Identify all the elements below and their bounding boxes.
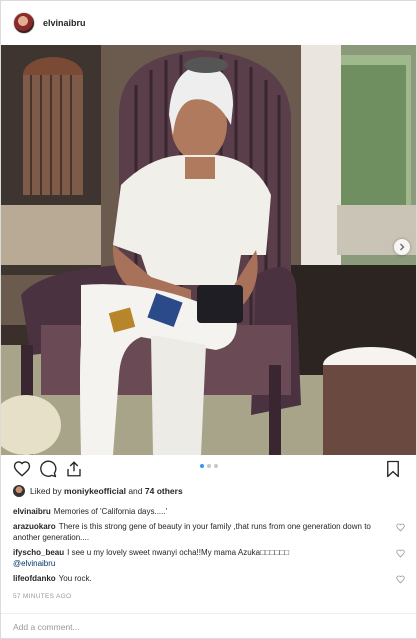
post-actions — [1, 456, 416, 482]
liker-username[interactable]: moniykeofficial — [64, 486, 126, 496]
comment-text: There is this strong gene of beauty in y… — [13, 522, 371, 542]
comment-item: arazuokaro There is this strong gene of b… — [13, 521, 405, 543]
comment-text: You rock. — [58, 574, 92, 583]
likes-others[interactable]: 74 others — [145, 486, 183, 496]
add-comment-bar — [1, 613, 416, 639]
comment-mention[interactable]: @elvinaibru — [13, 559, 55, 568]
comment-like-button[interactable] — [396, 575, 405, 584]
comment-button[interactable] — [39, 460, 57, 478]
comment-username[interactable]: lifeofdanko — [13, 574, 56, 583]
add-comment-input[interactable] — [13, 621, 373, 632]
comment-bubble-icon — [40, 460, 57, 478]
carousel-next-button[interactable] — [394, 239, 410, 255]
heart-icon — [13, 461, 31, 477]
instagram-post: elvinaibru Liked by moniykeofficial and … — [0, 0, 417, 639]
likes-prefix: Liked by — [30, 486, 62, 496]
share-button[interactable] — [65, 460, 83, 478]
comment-text: I see u my lovely sweet nwanyi ocha!!My … — [67, 548, 290, 557]
post-username[interactable]: elvinaibru — [43, 18, 86, 28]
liker-avatar — [13, 485, 25, 497]
user-avatar[interactable] — [13, 12, 35, 34]
share-icon — [67, 461, 81, 477]
post-photo[interactable] — [1, 45, 416, 455]
post-header: elvinaibru — [1, 1, 416, 45]
carousel-dot — [199, 464, 204, 468]
likes-summary: Liked by moniykeofficial and 74 others — [13, 485, 183, 497]
comment-like-button[interactable] — [396, 549, 405, 558]
comment-username[interactable]: arazuokaro — [13, 522, 56, 531]
comment-like-button[interactable] — [396, 523, 405, 532]
comment-text: Memories of 'California days.....' — [53, 507, 168, 516]
heart-icon — [396, 549, 405, 558]
carousel-dot — [206, 464, 211, 468]
comment-item: ifyscho_beau I see u my lovely sweet nwan… — [13, 547, 405, 569]
like-button[interactable] — [13, 460, 31, 478]
carousel-indicator — [1, 464, 416, 468]
save-button[interactable] — [384, 460, 402, 478]
post-photo-image — [1, 45, 416, 455]
comment-username[interactable]: ifyscho_beau — [13, 548, 64, 557]
comment-item: lifeofdanko You rock. — [13, 573, 405, 584]
comment-username[interactable]: elvinaibru — [13, 507, 51, 516]
chevron-right-icon — [400, 243, 405, 251]
heart-icon — [396, 523, 405, 532]
comments-list: elvinaibru Memories of 'California days..… — [13, 506, 405, 588]
heart-icon — [396, 575, 405, 584]
carousel-dot — [213, 464, 218, 468]
caption: elvinaibru Memories of 'California days..… — [13, 506, 405, 517]
likes-and: and — [128, 486, 143, 496]
bookmark-icon — [387, 460, 399, 478]
post-timestamp[interactable]: 57 MINUTES AGO — [13, 593, 71, 600]
